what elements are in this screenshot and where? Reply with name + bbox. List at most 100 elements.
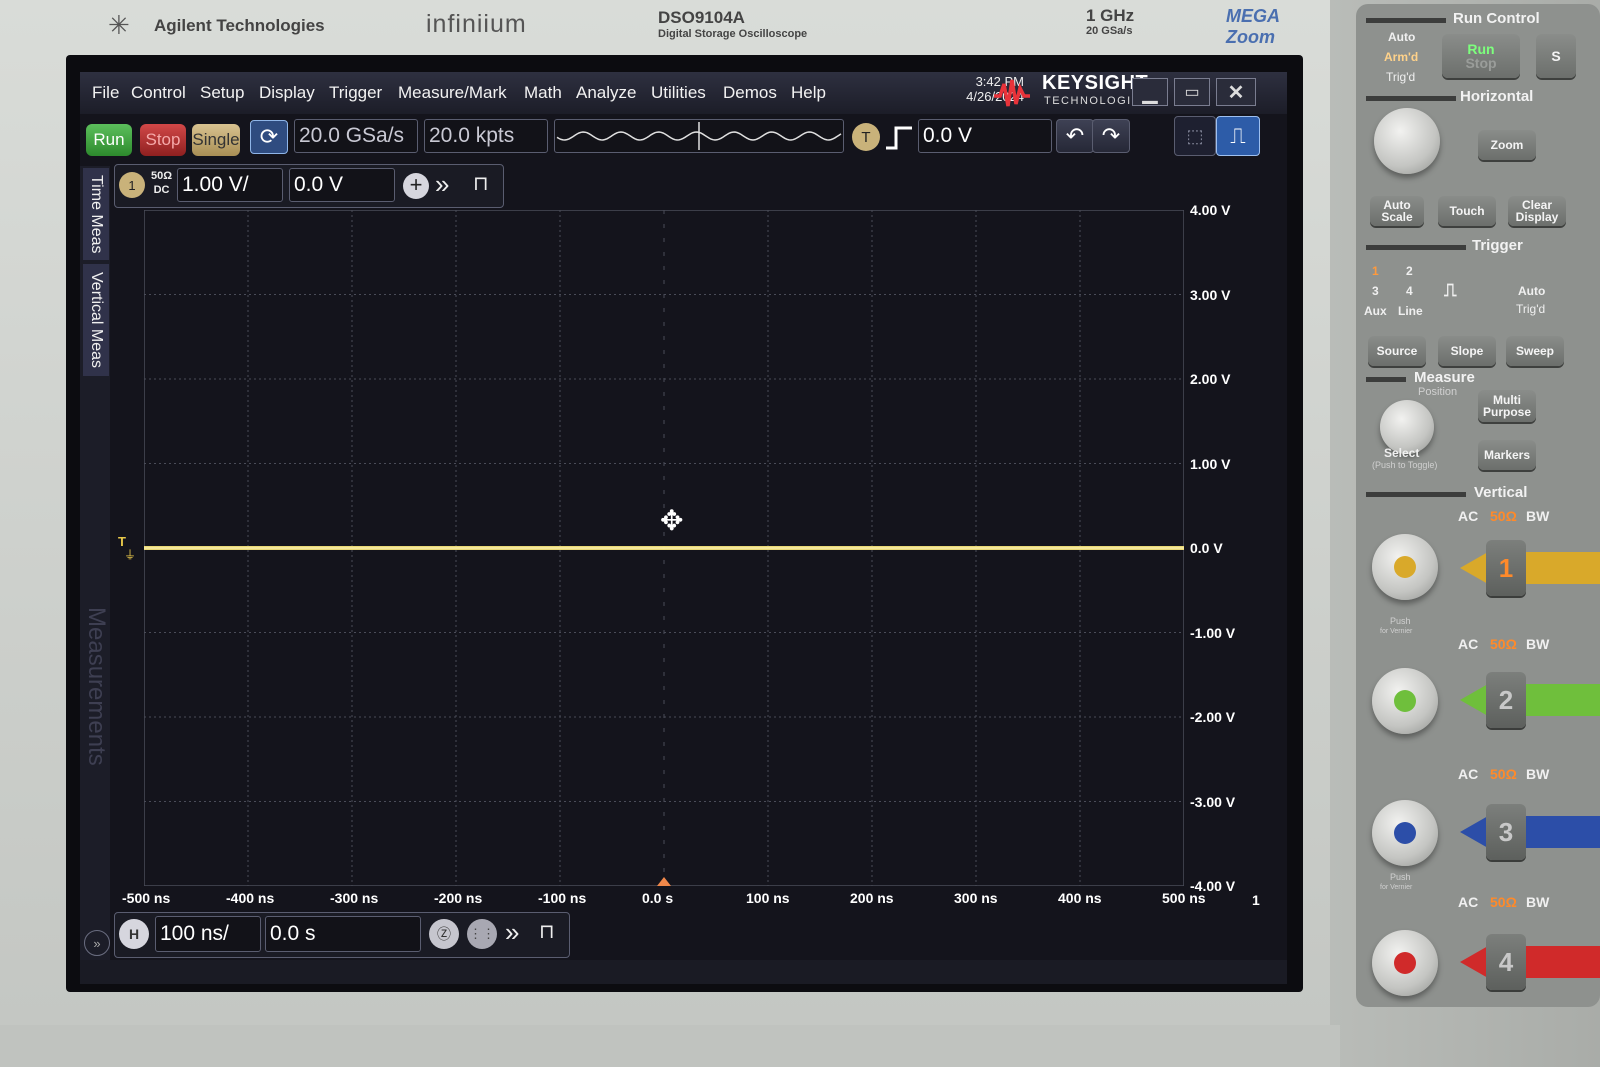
timebase-more-button[interactable]: »: [505, 917, 519, 948]
trig-source-3: 3: [1372, 284, 1379, 298]
memory-depth-field[interactable]: 20.0 kpts: [424, 119, 548, 153]
waveform-display[interactable]: [143, 209, 1185, 887]
single-button[interactable]: Single: [192, 124, 240, 156]
horizontal-badge[interactable]: H: [119, 919, 149, 949]
ch3-50ohm-label[interactable]: 50Ω: [1490, 766, 1517, 782]
horizontal-scale-knob[interactable]: [1374, 108, 1440, 174]
segment-button[interactable]: ⋮⋮: [467, 919, 497, 949]
redo-icon: ↷: [1101, 123, 1121, 148]
ch4-scale-knob[interactable]: [1372, 930, 1438, 996]
redo-button[interactable]: ↷: [1092, 119, 1130, 153]
ch4-bw-label[interactable]: BW: [1526, 894, 1549, 910]
y-tick-label: -1.00 V: [1190, 624, 1236, 641]
sweep-button[interactable]: Sweep: [1506, 336, 1564, 366]
close-button[interactable]: ✕: [1216, 78, 1256, 106]
page-indicator: 1: [1252, 892, 1260, 908]
channel-more-button[interactable]: »: [435, 169, 449, 200]
vertical-scale-field[interactable]: 1.00 V/: [177, 168, 283, 202]
channel-1-badge[interactable]: 1: [119, 172, 145, 198]
panel-run-stop-button[interactable]: Run Stop: [1442, 34, 1520, 78]
menu-analyze[interactable]: Analyze: [576, 83, 636, 103]
channel-2-button[interactable]: 2: [1486, 672, 1526, 728]
acquisition-overview[interactable]: [554, 119, 844, 153]
zoom-hw-button[interactable]: Zoom: [1478, 130, 1536, 160]
menu-file[interactable]: File: [92, 83, 119, 103]
menu-help[interactable]: Help: [791, 83, 826, 103]
slope-button[interactable]: Slope: [1438, 336, 1496, 366]
menu-trigger[interactable]: Trigger: [329, 83, 382, 103]
ch3-scale-knob[interactable]: [1372, 800, 1438, 866]
keysight-wave-icon: [994, 79, 1030, 107]
sample-rate-field[interactable]: 20.0 GSa/s: [294, 119, 418, 153]
ch4-ac-label[interactable]: AC: [1458, 894, 1478, 910]
ch1-scale-knob[interactable]: [1372, 534, 1438, 600]
ch2-color-dot: [1394, 690, 1416, 712]
tab-measurements[interactable]: Measurements: [83, 586, 110, 786]
ch1-ac-label[interactable]: AC: [1458, 508, 1478, 524]
touch-button[interactable]: Touch: [1438, 196, 1496, 226]
scope-screen: File Control Setup Display Trigger Measu…: [80, 72, 1287, 984]
add-channel-button[interactable]: +: [403, 173, 429, 199]
menu-measure-mark[interactable]: Measure/Mark: [398, 83, 507, 103]
minimize-button[interactable]: ▁: [1132, 78, 1168, 106]
auto-scale-hw-button[interactable]: Auto Scale: [1370, 196, 1424, 226]
run-button[interactable]: Run: [86, 124, 132, 156]
time-position-field[interactable]: 0.0 s: [265, 916, 421, 952]
pulse-wave-icon: ⎍: [1230, 123, 1246, 148]
tab-time-meas[interactable]: Time Meas: [83, 168, 109, 260]
stop-button[interactable]: Stop: [140, 124, 186, 156]
tab-vertical-meas[interactable]: Vertical Meas: [83, 264, 109, 376]
timebase-pin-button[interactable]: ⊓: [539, 919, 555, 944]
ground-reference-icon: ⏚: [124, 548, 137, 562]
ch4-50ohm-label[interactable]: 50Ω: [1490, 894, 1517, 910]
source-button[interactable]: Source: [1368, 336, 1426, 366]
x-tick-label: 400 ns: [1058, 890, 1102, 906]
ch3-ac-label[interactable]: AC: [1458, 766, 1478, 782]
multi-purpose-button[interactable]: Multi Purpose: [1478, 390, 1536, 422]
menu-demos[interactable]: Demos: [723, 83, 777, 103]
time-scale-field[interactable]: 100 ns/: [155, 916, 261, 952]
menu-display[interactable]: Display: [259, 83, 315, 103]
divider: [1366, 492, 1466, 497]
trigger-level-field[interactable]: 0.0 V: [918, 119, 1052, 153]
x-tick-label: -400 ns: [226, 890, 275, 906]
menu-setup[interactable]: Setup: [200, 83, 244, 103]
waveform-mode-button[interactable]: ⎍: [1216, 116, 1260, 156]
divider: [1366, 377, 1406, 382]
channel-coupling[interactable]: 50Ω DC: [151, 169, 172, 197]
ch2-50ohm-label[interactable]: 50Ω: [1490, 636, 1517, 652]
menu-math[interactable]: Math: [524, 83, 562, 103]
trigger-badge[interactable]: T: [852, 123, 880, 151]
model-description: Digital Storage Oscilloscope: [658, 28, 808, 40]
expand-panel-button[interactable]: »: [84, 930, 110, 956]
menu-utilities[interactable]: Utilities: [651, 83, 706, 103]
panel-single-button[interactable]: S: [1536, 34, 1576, 78]
ch4-color-band: [1460, 946, 1600, 978]
zoom-button[interactable]: Ⓩ: [429, 919, 459, 949]
channel-1-button[interactable]: 1: [1486, 540, 1526, 596]
undo-button[interactable]: ↶: [1056, 119, 1094, 153]
ch2-ac-label[interactable]: AC: [1458, 636, 1478, 652]
menu-control[interactable]: Control: [131, 83, 186, 103]
ch3-bw-label[interactable]: BW: [1526, 766, 1549, 782]
x-tick-label: -200 ns: [434, 890, 483, 906]
run-label: Run: [1467, 41, 1495, 57]
markers-button[interactable]: Markers: [1478, 440, 1536, 470]
zoom-box-button[interactable]: ⬚: [1174, 116, 1216, 156]
ch1-bw-label[interactable]: BW: [1526, 508, 1549, 524]
x-tick-label: 0.0 s: [642, 890, 674, 906]
ch2-scale-knob[interactable]: [1372, 668, 1438, 734]
double-chevron-right-icon: »: [435, 169, 450, 199]
channel-4-button[interactable]: 4: [1486, 934, 1526, 990]
waveform-plot[interactable]: [143, 209, 1185, 887]
ch2-bw-label[interactable]: BW: [1526, 636, 1549, 652]
maximize-button[interactable]: ▭: [1174, 78, 1210, 106]
channel-pin-button[interactable]: ⊓: [473, 171, 489, 196]
clear-display-button[interactable]: Clear Display: [1508, 196, 1566, 226]
auto-scale-button[interactable]: ⟳: [250, 120, 288, 154]
vertical-offset-field[interactable]: 0.0 V: [289, 168, 395, 202]
status-strip: [80, 960, 1287, 984]
channel-3-button[interactable]: 3: [1486, 804, 1526, 860]
y-tick-label: 0.0 V: [1190, 540, 1223, 556]
ch1-50ohm-label[interactable]: 50Ω: [1490, 508, 1517, 524]
